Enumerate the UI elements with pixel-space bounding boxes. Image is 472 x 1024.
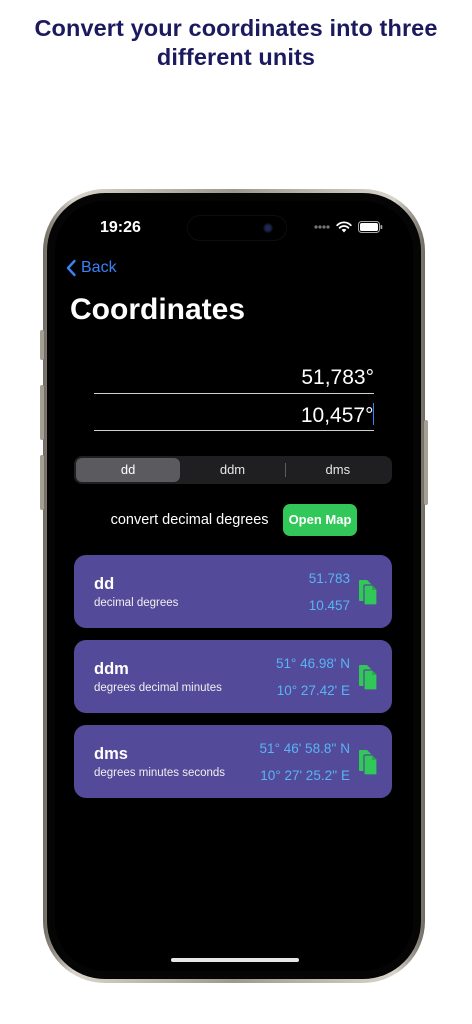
card-title: dms (94, 745, 128, 763)
card-longitude-value: 10° 27' 25.2'' E (260, 768, 350, 783)
volume-down-button (40, 455, 44, 510)
longitude-input[interactable]: 10,457° (94, 399, 374, 431)
page-title: Coordinates (70, 293, 246, 326)
card-latitude-value: 51° 46' 58.8'' N (259, 741, 350, 756)
card-subtitle: degrees minutes seconds (94, 767, 226, 779)
convert-row: convert decimal degrees Open Map (55, 504, 413, 536)
action-button (40, 330, 44, 360)
result-card-ddm: ddm degrees decimal minutes 51° 46.98' N… (74, 640, 392, 713)
card-longitude-value: 10° 27.42' E (276, 683, 350, 698)
card-longitude-value: 10.457 (308, 598, 350, 613)
headline-line-2: different units (156, 44, 316, 70)
card-subtitle: decimal degrees (94, 597, 179, 609)
text-cursor (372, 403, 374, 425)
longitude-value: 10,457° (300, 404, 374, 427)
headline-line-1: Convert your coordinates into three (34, 15, 438, 41)
card-latitude-value: 51.783 (308, 571, 350, 586)
signal-dots-icon (314, 225, 330, 229)
chevron-left-icon (66, 259, 76, 277)
convert-label: convert decimal degrees (110, 512, 269, 528)
segment-dms[interactable]: dms (286, 458, 390, 482)
status-time: 19:26 (100, 219, 141, 236)
camera-icon (263, 223, 273, 233)
segment-ddm[interactable]: ddm (180, 458, 284, 482)
copy-icon[interactable] (358, 577, 378, 605)
card-title: ddm (94, 660, 129, 678)
headline: Convert your coordinates into three diff… (0, 14, 472, 72)
status-icons (314, 221, 383, 233)
latitude-input[interactable]: 51,783° (94, 362, 374, 394)
wifi-icon (336, 221, 352, 233)
battery-icon (358, 221, 383, 233)
power-button (424, 420, 428, 505)
result-card-dms: dms degrees minutes seconds 51° 46' 58.8… (74, 725, 392, 798)
open-map-button[interactable]: Open Map (282, 504, 358, 536)
card-latitude-value: 51° 46.98' N (275, 656, 350, 671)
phone-screen: 19:26 Back Coordinates 51,783° 10,457° d… (55, 201, 413, 971)
copy-icon[interactable] (358, 662, 378, 690)
card-subtitle: degrees decimal minutes (94, 682, 222, 694)
back-button[interactable]: Back (65, 259, 117, 277)
card-title: dd (94, 575, 115, 593)
result-card-dd: dd decimal degrees 51.783 10.457 (74, 555, 392, 628)
back-label: Back (81, 259, 117, 276)
home-indicator[interactable] (171, 958, 299, 962)
latitude-value: 51,783° (301, 366, 374, 389)
copy-icon[interactable] (358, 747, 378, 775)
segment-dd[interactable]: dd (76, 458, 181, 482)
volume-up-button (40, 385, 44, 440)
format-segmented-control[interactable]: dd ddm dms (74, 456, 392, 484)
